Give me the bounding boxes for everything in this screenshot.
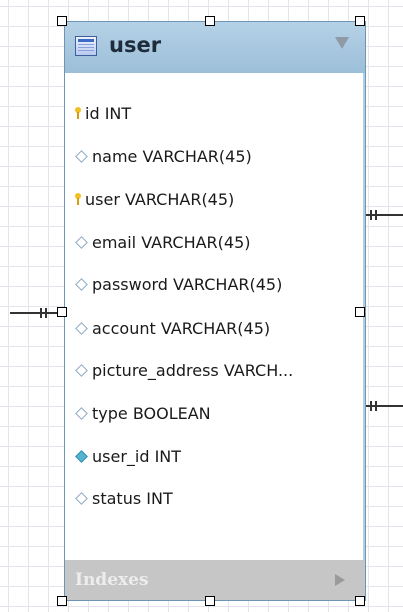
expand-arrow-icon[interactable] [335,574,345,586]
column-row-password[interactable]: password VARCHAR(45) [75,272,282,296]
resize-handle-top-center[interactable] [205,16,215,26]
column-diamond-icon [75,491,88,505]
column-row-picture-address[interactable]: picture_address VARCH... [75,358,293,382]
indexes-label: Indexes [75,570,149,590]
column-label: type BOOLEAN [92,403,211,423]
table-icon [75,36,97,56]
resize-handle-middle-left[interactable] [57,307,67,317]
column-row-account[interactable]: account VARCHAR(45) [75,316,270,340]
column-row-id[interactable]: id INT [75,101,131,125]
column-row-name[interactable]: name VARCHAR(45) [75,144,252,168]
column-label: status INT [92,488,173,508]
column-diamond-icon [75,235,88,249]
one-cardinality-mark [370,210,372,220]
foreign-key-diamond-icon [75,449,88,463]
column-diamond-icon [75,277,88,291]
one-cardinality-mark [40,308,42,318]
column-diamond-icon [75,363,88,377]
column-label: user_id INT [92,446,182,466]
resize-handle-middle-right[interactable] [355,307,365,317]
one-cardinality-mark [370,401,372,411]
columns-panel: id INT name VARCHAR(45) user VARCHAR(45)… [65,73,365,560]
table-name: user [109,33,162,57]
column-diamond-icon [75,149,88,163]
column-row-email[interactable]: email VARCHAR(45) [75,230,251,254]
column-label: password VARCHAR(45) [92,274,283,294]
one-cardinality-mark [375,401,377,411]
column-diamond-icon [75,406,88,420]
collapse-arrow-icon[interactable] [335,37,349,49]
resize-handle-bottom-right[interactable] [355,596,365,606]
column-label: picture_address VARCH... [92,360,294,380]
relationship-line-left[interactable] [10,312,62,314]
table-header[interactable]: user [65,22,365,73]
column-label: id INT [85,103,132,123]
column-label: user VARCHAR(45) [85,189,235,209]
indexes-section[interactable]: Indexes [65,560,365,600]
primary-key-icon [75,193,81,205]
resize-handle-top-right[interactable] [355,16,365,26]
resize-handle-bottom-left[interactable] [57,596,67,606]
resize-handle-top-left[interactable] [57,16,67,26]
user-table[interactable]: user id INT name VARCHAR(45) user VARCHA… [64,21,366,601]
column-row-user[interactable]: user VARCHAR(45) [75,187,234,211]
column-row-type[interactable]: type BOOLEAN [75,401,211,425]
one-cardinality-mark [45,308,47,318]
column-row-status[interactable]: status INT [75,486,173,510]
column-label: name VARCHAR(45) [92,146,252,166]
primary-key-icon [75,107,81,119]
column-label: account VARCHAR(45) [92,318,271,338]
column-row-user-id[interactable]: user_id INT [75,444,181,468]
column-label: email VARCHAR(45) [92,232,251,252]
one-cardinality-mark [375,210,377,220]
column-diamond-icon [75,321,88,335]
resize-handle-bottom-center[interactable] [205,596,215,606]
